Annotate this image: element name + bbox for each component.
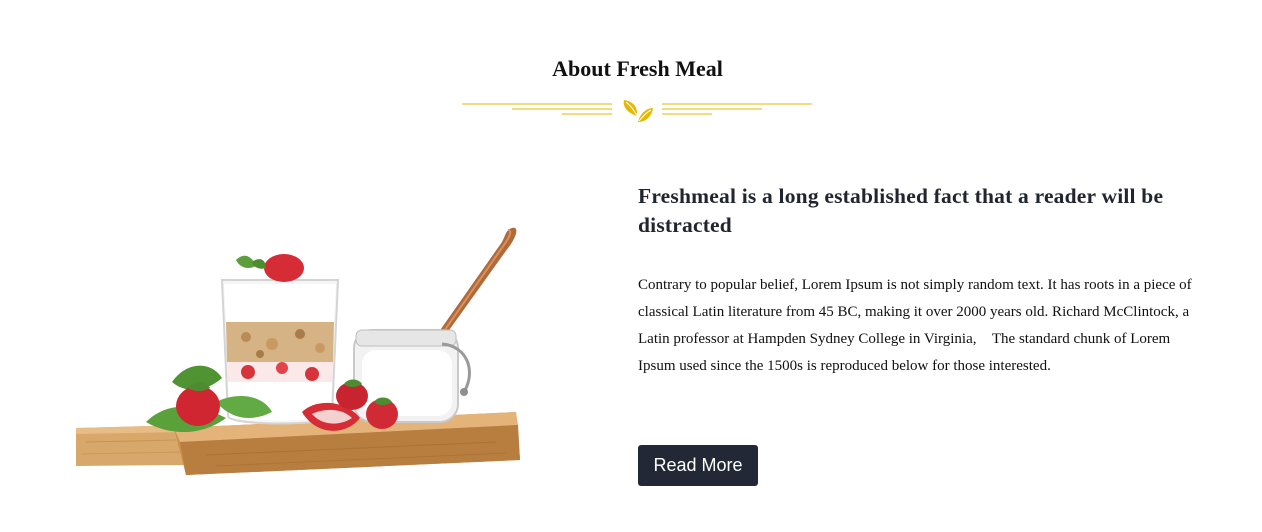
title-divider xyxy=(462,100,812,122)
about-heading: Freshmeal is a long established fact tha… xyxy=(638,184,1164,237)
about-body-text: Contrary to popular belief, Lorem Ipsum … xyxy=(638,277,1192,374)
yogurt-parfait-image xyxy=(76,227,520,475)
about-content: Freshmeal is a long established fact tha… xyxy=(638,182,1198,240)
read-more-button[interactable]: Read More xyxy=(638,445,758,486)
leaf-icon xyxy=(623,100,653,122)
section-title: About Fresh Meal xyxy=(552,56,723,81)
